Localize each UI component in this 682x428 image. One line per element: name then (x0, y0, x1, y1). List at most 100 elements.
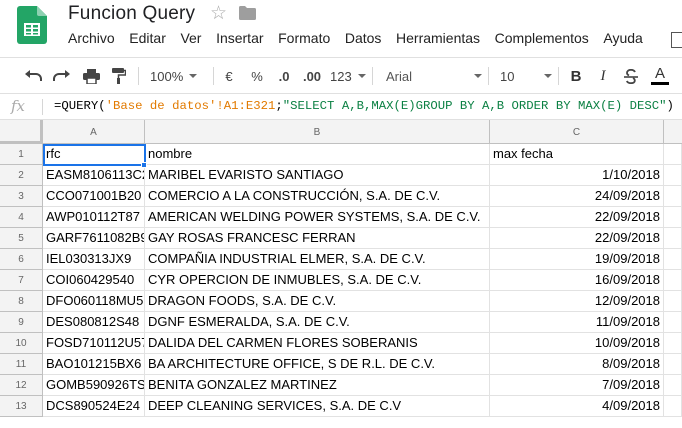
column-header-d[interactable] (664, 120, 682, 144)
cell-d[interactable] (664, 270, 682, 291)
menu-archivo[interactable]: Archivo (68, 30, 115, 46)
menu-ver[interactable]: Ver (180, 30, 201, 46)
cell-c[interactable]: 10/09/2018 (490, 333, 664, 354)
cell-d[interactable] (664, 249, 682, 270)
cell-b[interactable]: COMERCIO A LA CONSTRUCCIÓN, S.A. DE C.V. (145, 186, 490, 207)
cell-d[interactable] (664, 165, 682, 186)
row-header[interactable]: 5 (0, 228, 43, 249)
cell-a[interactable]: BAO101215BX6 (43, 354, 145, 375)
cell-c[interactable]: 4/09/2018 (490, 396, 664, 417)
cell-c[interactable]: 12/09/2018 (490, 291, 664, 312)
row-header[interactable]: 6 (0, 249, 43, 270)
cell-d[interactable] (664, 291, 682, 312)
cell-d[interactable] (664, 375, 682, 396)
cell-a[interactable]: GOMB590926TS (43, 375, 145, 396)
cell-a[interactable]: GARF7611082B9 (43, 228, 145, 249)
undo-button[interactable] (22, 58, 44, 94)
cell-c[interactable]: 22/09/2018 (490, 207, 664, 228)
font-size-select[interactable]: 10 (500, 58, 552, 94)
cell-d[interactable] (664, 354, 682, 375)
menu-complementos[interactable]: Complementos (495, 30, 589, 46)
row-header[interactable]: 9 (0, 312, 43, 333)
cell-c[interactable]: 22/09/2018 (490, 228, 664, 249)
cell-c[interactable]: 1/10/2018 (490, 165, 664, 186)
cell-a[interactable]: DFO060118MU5 (43, 291, 145, 312)
menu-ayuda[interactable]: Ayuda (603, 30, 642, 46)
cell-c[interactable]: 19/09/2018 (490, 249, 664, 270)
cell-b[interactable]: MARIBEL EVARISTO SANTIAGO (145, 165, 490, 186)
cell-a[interactable]: FOSD710112U57 (43, 333, 145, 354)
print-button[interactable] (80, 58, 102, 94)
menu-editar[interactable]: Editar (129, 30, 166, 46)
menu-insertar[interactable]: Insertar (216, 30, 263, 46)
italic-button[interactable]: I (596, 58, 610, 94)
menu-formato[interactable]: Formato (278, 30, 330, 46)
fill-handle[interactable] (141, 162, 147, 168)
redo-button[interactable] (51, 58, 73, 94)
cell-d[interactable] (664, 186, 682, 207)
increase-decimal-button[interactable]: .00 (301, 58, 323, 94)
row-header[interactable]: 7 (0, 270, 43, 291)
decrease-decimal-button[interactable]: .0 (275, 58, 293, 94)
row-header[interactable]: 8 (0, 291, 43, 312)
cell-d[interactable] (664, 144, 682, 165)
cell-c[interactable]: max fecha (490, 144, 664, 165)
menu-herramientas[interactable]: Herramientas (396, 30, 480, 46)
percent-button[interactable]: % (250, 58, 264, 94)
cell-b[interactable]: CYR OPERCION DE INMUBLES, S.A. DE C.V. (145, 270, 490, 291)
row-header[interactable]: 3 (0, 186, 43, 207)
row-header[interactable]: 12 (0, 375, 43, 396)
cell-c[interactable]: 11/09/2018 (490, 312, 664, 333)
cell-c[interactable]: 16/09/2018 (490, 270, 664, 291)
cell-d[interactable] (664, 396, 682, 417)
folder-icon[interactable] (239, 6, 256, 20)
cell-c[interactable]: 7/09/2018 (490, 375, 664, 396)
row-header[interactable]: 10 (0, 333, 43, 354)
cell-a[interactable]: EASM8106113C2 (43, 165, 145, 186)
cell-a[interactable]: DES080812S48 (43, 312, 145, 333)
cell-a[interactable]: AWP010112T87 (43, 207, 145, 228)
cell-d[interactable] (664, 228, 682, 249)
bold-button[interactable]: B (568, 58, 584, 94)
cell-b[interactable]: BA ARCHITECTURE OFFICE, S DE R.L. DE C.V… (145, 354, 490, 375)
cell-b[interactable]: DGNF ESMERALDA, S.A. DE C.V. (145, 312, 490, 333)
cell-c[interactable]: 8/09/2018 (490, 354, 664, 375)
column-header-a[interactable]: A (43, 120, 145, 144)
row-header[interactable]: 11 (0, 354, 43, 375)
row-header[interactable]: 4 (0, 207, 43, 228)
cell-a[interactable]: COI060429540 (43, 270, 145, 291)
cell-b[interactable]: DEEP CLEANING SERVICES, S.A. DE C.V (145, 396, 490, 417)
menu-datos[interactable]: Datos (345, 30, 382, 46)
cell-b[interactable]: DRAGON FOODS, S.A. DE C.V. (145, 291, 490, 312)
cell-b[interactable]: COMPAÑIA INDUSTRIAL ELMER, S.A. DE C.V. (145, 249, 490, 270)
row-header[interactable]: 2 (0, 165, 43, 186)
strikethrough-button[interactable] (622, 58, 640, 94)
row-header[interactable]: 13 (0, 396, 43, 417)
select-all-corner[interactable] (0, 120, 43, 144)
cell-d[interactable] (664, 312, 682, 333)
cell-b[interactable]: AMERICAN WELDING POWER SYSTEMS, S.A. DE … (145, 207, 490, 228)
column-header-b[interactable]: B (145, 120, 490, 144)
cell-b[interactable]: GAY ROSAS FRANCESC FERRAN (145, 228, 490, 249)
star-icon[interactable]: ☆ (210, 2, 227, 25)
cell-d[interactable] (664, 333, 682, 354)
zoom-select[interactable]: 100% (150, 58, 210, 94)
cell-a[interactable]: CCO071001B20 (43, 186, 145, 207)
cell-b[interactable]: BENITA GONZALEZ MARTINEZ (145, 375, 490, 396)
text-color-button[interactable]: A (650, 58, 670, 94)
cell-a[interactable]: DCS890524E24 (43, 396, 145, 417)
font-family-select[interactable]: Arial (386, 58, 482, 94)
paint-format-button[interactable] (109, 58, 129, 94)
last-edit-bracket-icon[interactable] (671, 32, 682, 48)
cell-a[interactable]: IEL030313JX9 (43, 249, 145, 270)
column-header-c[interactable]: C (490, 120, 664, 144)
sheets-logo-icon[interactable] (17, 6, 47, 44)
document-title[interactable]: Funcion Query (68, 3, 195, 25)
cell-d[interactable] (664, 207, 682, 228)
cell-b[interactable]: nombre (145, 144, 490, 165)
currency-button[interactable]: € (222, 58, 236, 94)
cell-a[interactable]: rfc (43, 144, 145, 165)
cell-b[interactable]: DALIDA DEL CARMEN FLORES SOBERANIS (145, 333, 490, 354)
more-formats-select[interactable]: 123 (330, 58, 366, 94)
row-header[interactable]: 1 (0, 144, 43, 165)
